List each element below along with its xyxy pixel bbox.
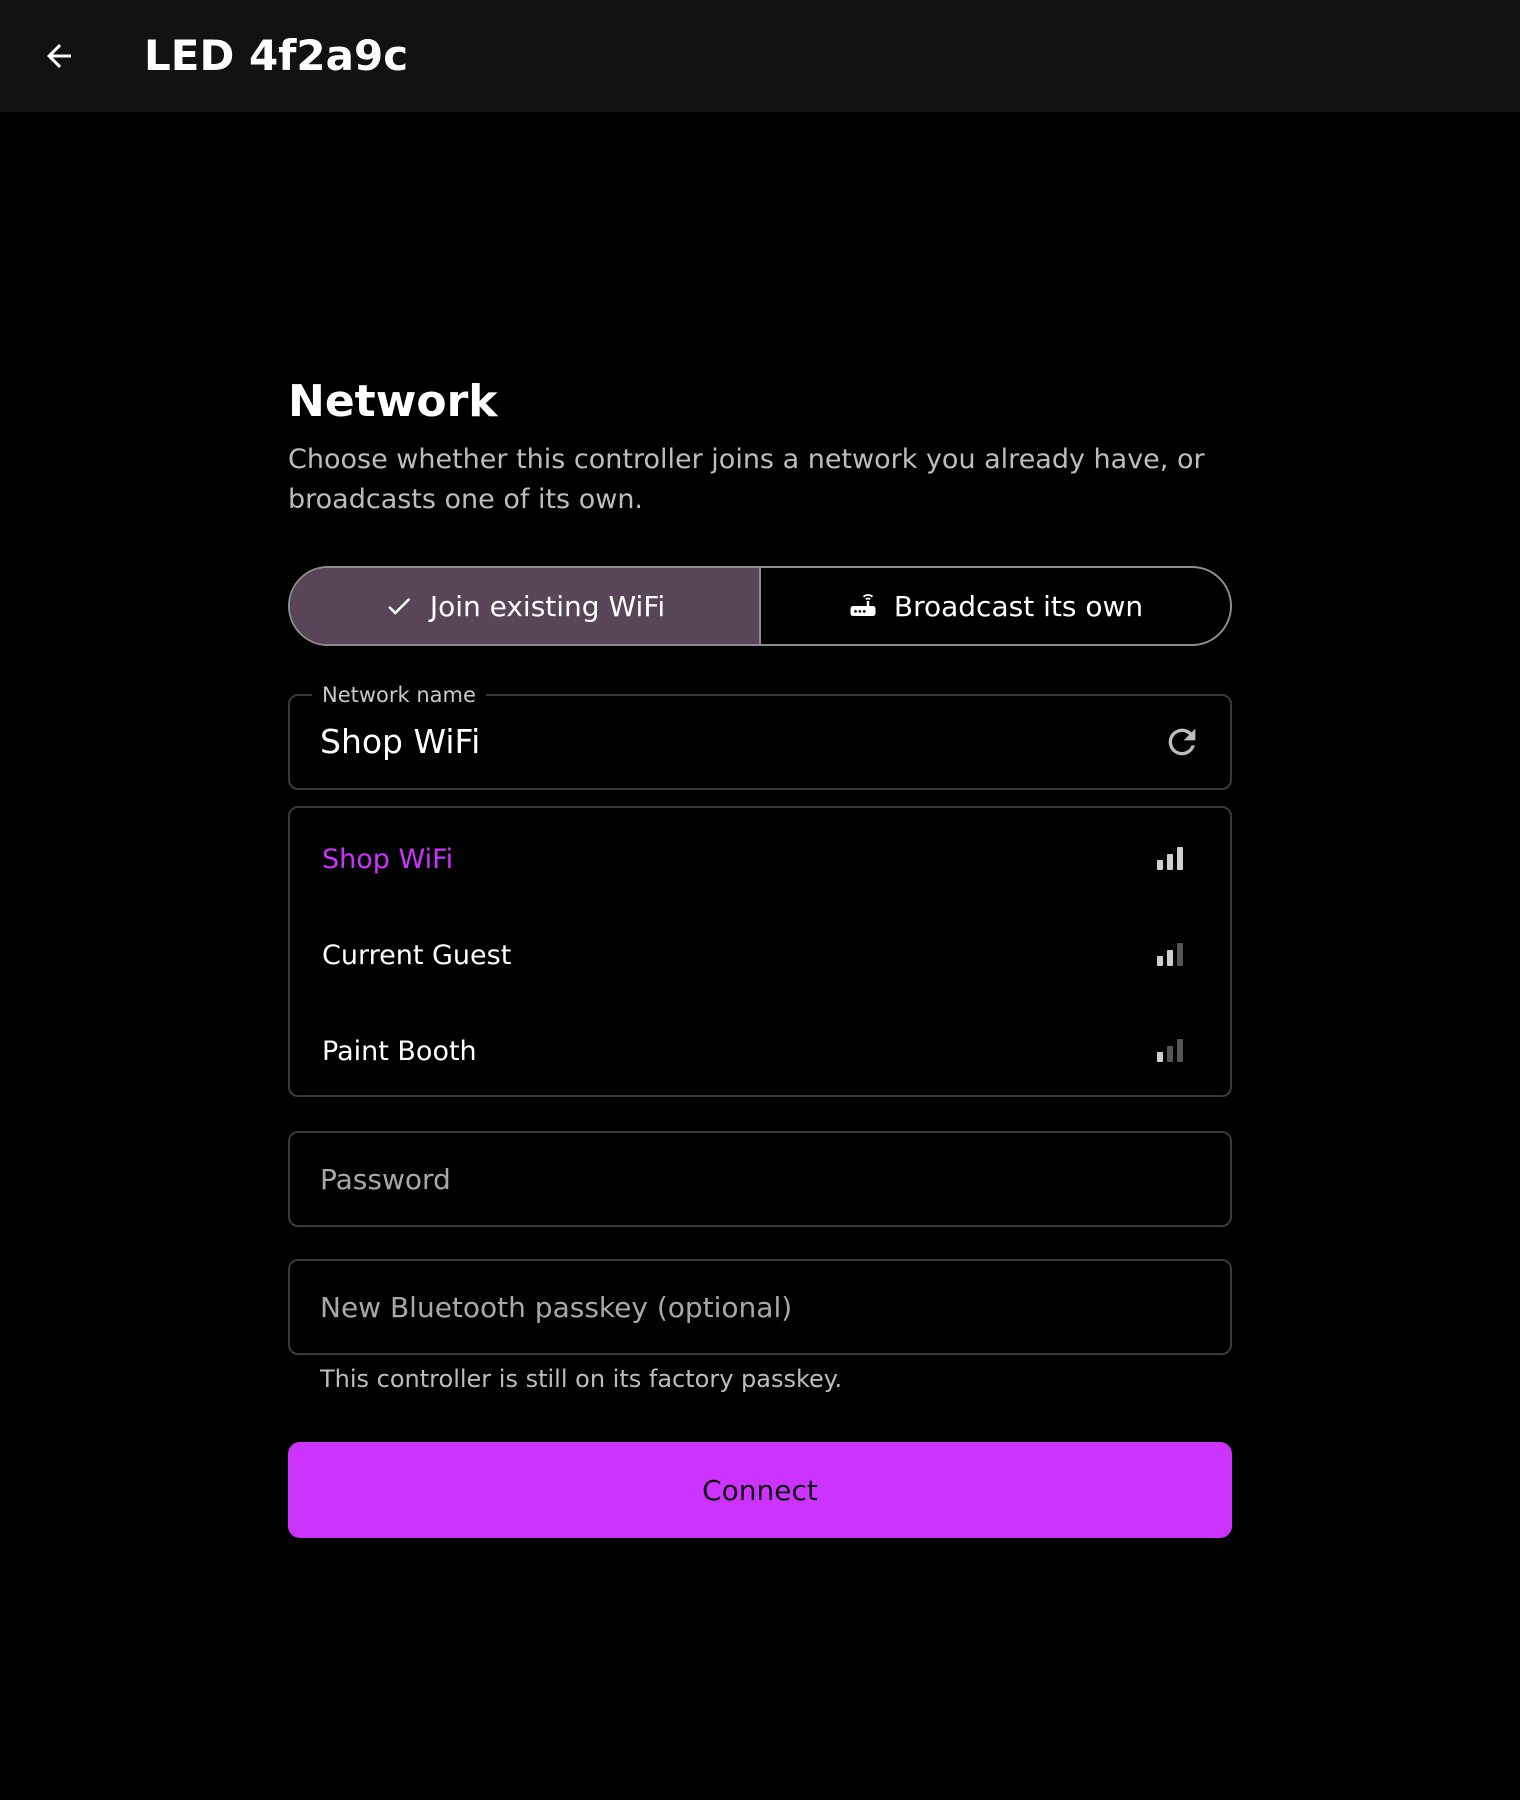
network-settings-panel: Network Choose whether this controller j… [288,370,1232,1538]
check-icon [388,597,411,615]
section-title: Network [288,376,498,427]
signal-strength-icon [1157,847,1183,870]
bluetooth-passkey-field [288,1259,1232,1355]
network-name-field[interactable]: Network name Shop WiFi [288,682,1232,790]
connect-button[interactable]: Connect [288,1442,1232,1538]
network-item-paint-booth[interactable]: Paint Booth [290,1004,1230,1100]
refresh-icon [1168,728,1196,756]
network-name-value: Shop WiFi [320,722,481,761]
network-mode-toggle: Join existing WiFi Broadcast its own [288,566,1232,646]
passkey-helper-text: This controller is still on its factory … [320,1365,843,1393]
join-existing-wifi-label: Join existing WiFi [429,589,666,623]
bluetooth-passkey-input[interactable] [290,1261,1230,1353]
network-item-name: Current Guest [322,940,512,971]
network-item-shop-wifi[interactable]: Shop WiFi [290,812,1230,908]
join-existing-wifi-option[interactable]: Join existing WiFi [290,568,759,644]
password-field [288,1131,1232,1227]
signal-strength-icon [1157,943,1183,966]
network-item-current-guest[interactable]: Current Guest [290,908,1230,1004]
broadcast-own-option[interactable]: Broadcast its own [759,568,1230,644]
network-list: Shop WiFi Current Guest Paint Booth [288,806,1232,1097]
section-description: Choose whether this controller joins a n… [288,444,1205,515]
password-input[interactable] [290,1133,1230,1225]
network-item-name: Shop WiFi [322,844,454,875]
back-button[interactable] [31,28,87,84]
broadcast-own-label: Broadcast its own [893,589,1144,623]
refresh-networks-button[interactable] [1160,720,1204,764]
page-title: LED 4f2a9c [144,31,409,80]
signal-strength-icon [1157,1039,1183,1062]
arrow-left-icon [47,44,71,68]
router-icon [850,594,876,616]
network-item-name: Paint Booth [322,1036,477,1067]
app-bar: LED 4f2a9c [0,0,1520,112]
